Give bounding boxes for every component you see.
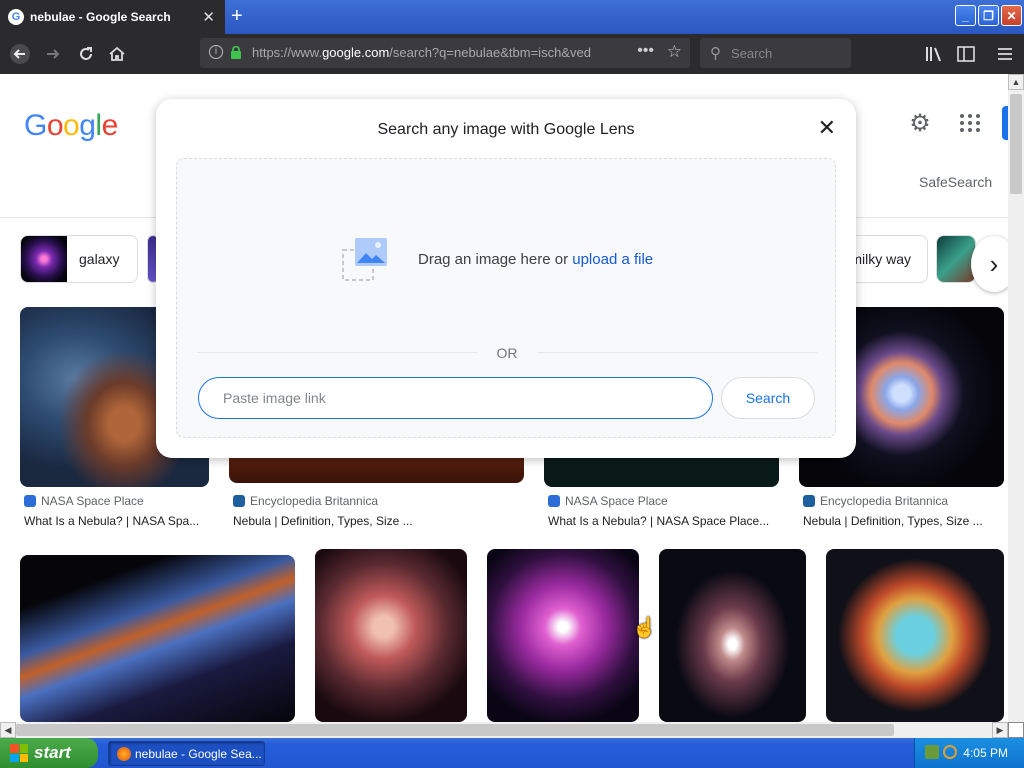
result-title[interactable]: Nebula | Definition, Types, Size ... (803, 514, 983, 528)
settings-gear-icon[interactable]: ⚙ (906, 109, 934, 137)
url-text: https://www.google.com/search?q=nebulae&… (252, 45, 591, 60)
restore-button[interactable]: ❐ (978, 5, 999, 26)
result-image-orion-1[interactable] (315, 549, 467, 722)
britannica-favicon-icon (803, 495, 815, 507)
scroll-up-arrow-icon[interactable]: ▲ (1008, 74, 1024, 90)
logo-letter: o (46, 109, 64, 142)
nasa-favicon-icon (24, 495, 36, 507)
drag-image-text: Drag an image here or upload a file (418, 251, 654, 268)
paste-image-link-input[interactable] (198, 377, 713, 419)
image-drop-zone[interactable]: Drag an image here or upload a file OR S… (176, 158, 836, 438)
or-label: OR (477, 345, 537, 361)
image-upload-icon (342, 238, 387, 281)
google-favicon-icon: G (8, 9, 24, 25)
logo-letter: G (24, 109, 47, 142)
upload-file-link[interactable]: upload a file (572, 251, 653, 268)
windows-logo-icon (10, 744, 28, 762)
browser-search-input[interactable]: ⚲ Search (700, 38, 851, 68)
result-title[interactable]: What Is a Nebula? | NASA Space Place... (548, 514, 769, 528)
browser-search-placeholder: Search (731, 46, 773, 61)
google-logo[interactable]: Google (24, 109, 118, 143)
google-lens-dialog: Search any image with Google Lens ✕ Drag… (156, 99, 856, 458)
vertical-scroll-thumb[interactable] (1010, 94, 1022, 194)
hand-cursor-icon: ☝ (632, 617, 657, 639)
result-image-orion-2[interactable] (487, 549, 639, 722)
sidebar-icon[interactable] (954, 42, 978, 66)
horizontal-scroll-thumb[interactable] (16, 724, 894, 736)
start-button[interactable]: start (0, 738, 98, 768)
close-icon[interactable]: ✕ (818, 115, 836, 141)
result-source[interactable]: Encyclopedia Britannica (233, 494, 378, 508)
chip-label: galaxy (79, 251, 120, 267)
lock-icon (231, 46, 241, 59)
scroll-corner (1008, 722, 1024, 738)
tab-close-icon[interactable]: ✕ (202, 8, 215, 26)
result-image-veil[interactable] (20, 555, 295, 722)
tab-title: nebulae - Google Search (30, 10, 171, 24)
search-icon: ⚲ (710, 45, 721, 62)
chip-label: milky way (850, 251, 911, 267)
britannica-favicon-icon (233, 495, 245, 507)
start-label: start (34, 743, 71, 762)
result-title[interactable]: Nebula | Definition, Types, Size ... (233, 514, 413, 528)
tray-network-icon[interactable] (925, 745, 939, 759)
lens-dialog-title: Search any image with Google Lens (377, 121, 635, 138)
chip-galaxy[interactable]: galaxy (20, 235, 138, 283)
tray-search-icon[interactable] (943, 745, 957, 759)
address-bar[interactable]: i https://www.google.com/search?q=nebula… (200, 38, 690, 68)
new-tab-button[interactable]: + (231, 5, 243, 28)
library-icon[interactable] (922, 42, 946, 66)
result-title[interactable]: What Is a Nebula? | NASA Spa... (24, 514, 199, 528)
result-image-butterfly[interactable] (659, 549, 806, 722)
chip-partial-right[interactable] (936, 235, 976, 283)
clock: 4:05 PM (963, 746, 1008, 760)
forward-arrow-icon[interactable] (41, 42, 65, 66)
logo-letter: e (101, 109, 119, 142)
logo-letter: o (63, 109, 80, 142)
reload-icon[interactable] (74, 42, 98, 66)
system-tray: 4:05 PM (914, 738, 1024, 768)
bookmark-star-icon[interactable]: ☆ (667, 42, 682, 62)
firefox-icon (117, 747, 131, 761)
apps-grid-icon[interactable] (958, 113, 982, 133)
scroll-left-arrow-icon[interactable]: ◀ (0, 722, 16, 738)
result-source[interactable]: NASA Space Place (24, 494, 144, 508)
close-window-button[interactable]: ✕ (1001, 5, 1022, 26)
nasa-favicon-icon (548, 495, 560, 507)
minimize-button[interactable]: _ (955, 5, 976, 26)
page-actions-icon[interactable]: ••• (637, 42, 654, 60)
menu-hamburger-icon[interactable] (993, 42, 1017, 66)
result-source[interactable]: Encyclopedia Britannica (803, 494, 948, 508)
taskbar-item-label: nebulae - Google Sea... (135, 746, 262, 761)
logo-letter: g (79, 109, 96, 142)
lens-search-button[interactable]: Search (721, 377, 815, 419)
chip-thumbnail (937, 236, 975, 282)
result-source[interactable]: NASA Space Place (548, 494, 668, 508)
taskbar-item-browser[interactable]: nebulae - Google Sea... (108, 741, 265, 766)
back-arrow-icon[interactable] (8, 42, 32, 66)
safesearch-link[interactable]: SafeSearch (919, 174, 992, 190)
chip-thumbnail (21, 236, 67, 282)
info-icon[interactable]: i (209, 45, 223, 59)
result-image-crab[interactable] (826, 549, 1004, 722)
tab-nebulae[interactable]: G nebulae - Google Search ✕ (0, 0, 225, 34)
scroll-right-arrow-icon[interactable]: ▶ (992, 722, 1008, 738)
home-icon[interactable] (105, 42, 129, 66)
